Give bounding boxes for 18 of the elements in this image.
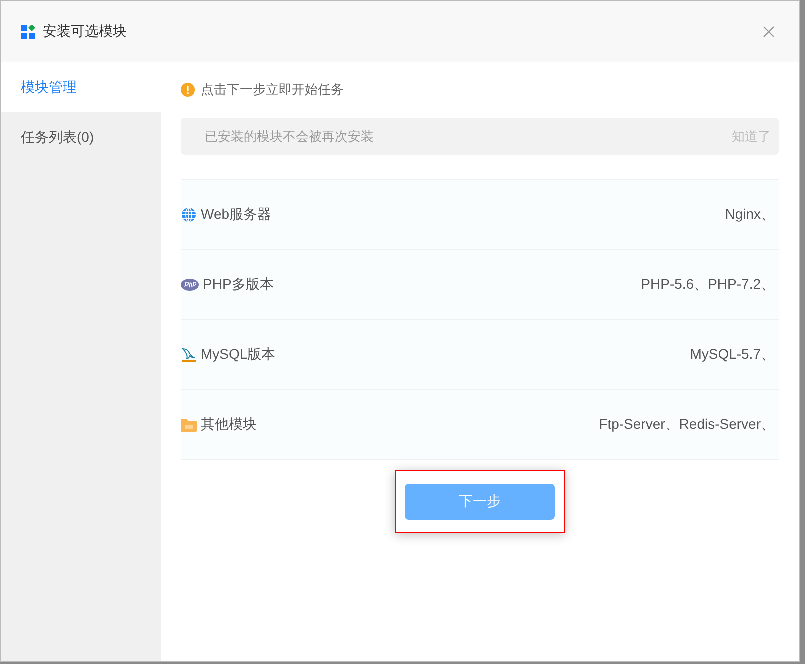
info-text: 已安装的模块不会被再次安装 bbox=[205, 128, 375, 146]
dolphin-logo-icon bbox=[181, 346, 197, 362]
module-name: Web服务器 bbox=[201, 205, 272, 224]
module-value: PHP-5.6、PHP-7.2、 bbox=[641, 275, 775, 294]
module-name: 其他模块 bbox=[201, 415, 257, 434]
module-name: PHP多版本 bbox=[203, 275, 274, 294]
sidebar-tab[interactable]: 模块管理 bbox=[1, 62, 161, 112]
module-name: MySQL版本 bbox=[201, 345, 276, 364]
module-value: MySQL-5.7、 bbox=[690, 345, 775, 364]
warning-icon bbox=[181, 83, 195, 97]
folder-icon bbox=[181, 418, 197, 432]
notice-text: 点击下一步立即开始任务 bbox=[201, 81, 344, 100]
module-value: Ftp-Server、Redis-Server、 bbox=[599, 415, 775, 434]
close-icon bbox=[763, 26, 775, 38]
next-button[interactable]: 下一步 bbox=[405, 484, 555, 520]
dialog-title: 安装可选模块 bbox=[43, 22, 127, 41]
app-grid-icon bbox=[21, 24, 35, 38]
module-value: Nginx、 bbox=[725, 205, 775, 224]
